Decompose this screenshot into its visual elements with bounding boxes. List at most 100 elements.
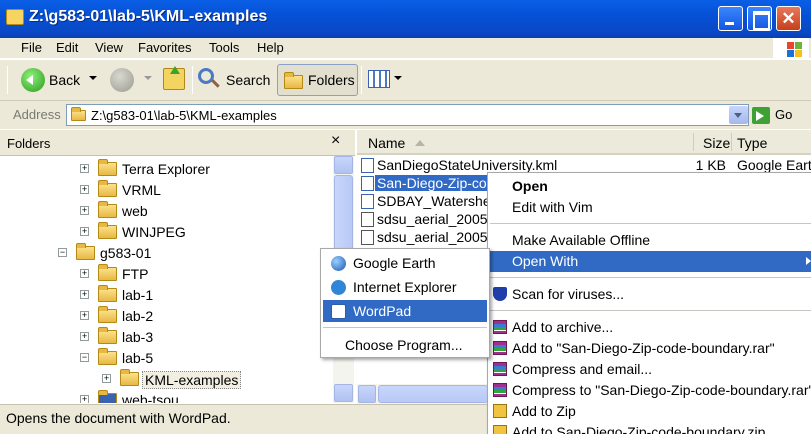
minimize-button[interactable] <box>718 6 743 31</box>
scroll-down-button[interactable] <box>334 384 353 402</box>
address-input[interactable]: Z:\g583-01\lab-5\KML-examples <box>66 104 749 126</box>
collapse-button[interactable]: − <box>80 353 89 362</box>
shield-icon <box>493 287 507 301</box>
toolbar: Back Search Folders <box>0 60 811 101</box>
file-size: 1 KB <box>695 157 726 173</box>
forward-arrow-icon[interactable] <box>110 68 134 92</box>
address-bar: Address Z:\g583-01\lab-5\KML-examples Go <box>0 101 811 129</box>
forward-dropdown-icon[interactable] <box>144 76 152 80</box>
expand-button[interactable]: + <box>102 374 111 383</box>
menu-item-compress-to-rar[interactable]: Compress to "San-Diego-Zip-code-boundary… <box>489 380 811 401</box>
menu-item-open[interactable]: Open <box>489 176 811 197</box>
menu-item-label: Make Available Offline <box>512 232 651 248</box>
kml-file-icon <box>361 176 374 191</box>
menu-item-compress-and-email[interactable]: Compress and email... <box>489 359 811 380</box>
folders-pane-close-button[interactable]: × <box>331 132 340 150</box>
views-icon[interactable] <box>368 70 390 88</box>
maximize-button[interactable] <box>747 6 772 31</box>
up-folder-icon[interactable] <box>163 66 185 90</box>
tree-item-label: lab-2 <box>122 308 154 324</box>
folder-open-icon <box>120 369 139 386</box>
menu-item-wordpad[interactable]: WordPad <box>323 300 487 322</box>
menu-item-make-available-offline[interactable]: Make Available Offline <box>489 230 811 251</box>
folder-icon <box>98 201 117 218</box>
expand-button[interactable]: + <box>80 206 89 215</box>
folder-icon <box>98 306 117 323</box>
menu-item-label: Choose Program... <box>345 337 463 353</box>
column-name[interactable]: Name <box>368 135 405 151</box>
scroll-thumb[interactable] <box>378 385 488 403</box>
windows-logo-icon <box>773 38 809 59</box>
folder-icon <box>98 264 117 281</box>
address-label: Address <box>13 107 61 122</box>
menu-item-add-to-named-zip[interactable]: Add to San-Diego-Zip-code-boundary.zip <box>489 422 811 434</box>
menu-item-internet-explorer[interactable]: Internet Explorer <box>323 276 487 298</box>
folder-tree: + Terra Explorer + VRML + web + WINJPEG − g58… <box>0 156 333 403</box>
expand-button[interactable]: + <box>80 164 89 173</box>
menu-item-add-to-zip[interactable]: Add to Zip <box>489 401 811 422</box>
views-dropdown-icon[interactable] <box>394 76 402 80</box>
expand-button[interactable]: + <box>80 290 89 299</box>
expand-button[interactable]: + <box>80 332 89 341</box>
menu-item-add-to-rar[interactable]: Add to "San-Diego-Zip-code-boundary.rar" <box>489 338 811 359</box>
menu-item-label: WordPad <box>353 303 412 319</box>
column-type[interactable]: Type <box>737 135 767 151</box>
menu-item-label: Compress and email... <box>512 361 653 377</box>
file-name: SDBAY_Watershe <box>377 193 491 209</box>
menu-item-open-with[interactable]: Open With <box>489 251 811 272</box>
menu-item-label: Add to Zip <box>512 403 576 419</box>
menu-item-edit-with-vim[interactable]: Edit with Vim <box>489 197 811 218</box>
folder-icon <box>98 327 117 344</box>
expand-button[interactable]: + <box>80 395 89 403</box>
menu-item-label: Internet Explorer <box>353 279 457 295</box>
tree-item-label: lab-5 <box>122 350 154 366</box>
back-dropdown-icon[interactable] <box>89 76 97 80</box>
menu-item-add-to-archive[interactable]: Add to archive... <box>489 317 811 338</box>
expand-button[interactable]: + <box>80 227 89 236</box>
collapse-button[interactable]: − <box>58 248 67 257</box>
back-button-label[interactable]: Back <box>49 72 80 88</box>
kml-file-icon <box>361 158 374 173</box>
window-title: Z:\g583-01\lab-5\KML-examples <box>29 8 268 25</box>
menu-item-label: Edit with Vim <box>512 199 593 215</box>
file-list-horizontal-scrollbar[interactable] <box>357 384 491 404</box>
address-dropdown-button[interactable] <box>729 106 748 124</box>
menu-item-label: Compress to "San-Diego-Zip-code-boundary… <box>512 382 811 398</box>
zip-icon <box>493 425 507 434</box>
menu-edit[interactable]: Edit <box>56 40 78 55</box>
file-list-header: Name Size Type <box>357 130 811 155</box>
submenu-arrow-icon <box>806 257 811 265</box>
menu-item-scan-for-viruses[interactable]: Scan for viruses... <box>489 284 811 305</box>
scroll-left-button[interactable] <box>358 385 376 403</box>
kml-file-icon <box>361 194 374 209</box>
expand-button[interactable]: + <box>80 311 89 320</box>
menu-item-choose-program[interactable]: Choose Program... <box>323 334 487 356</box>
tree-item-label: KML-examples <box>142 371 242 389</box>
search-button-label[interactable]: Search <box>226 72 270 88</box>
close-button[interactable]: ✕ <box>776 6 801 31</box>
menu-help[interactable]: Help <box>257 40 284 55</box>
search-icon[interactable] <box>198 68 214 84</box>
scroll-up-button[interactable] <box>334 156 353 174</box>
menu-favorites[interactable]: Favorites <box>138 40 191 55</box>
menu-item-label: Add to "San-Diego-Zip-code-boundary.rar" <box>512 340 775 356</box>
rar-icon <box>493 320 507 334</box>
go-button-label[interactable]: Go <box>775 107 792 122</box>
column-size[interactable]: Size <box>703 135 730 151</box>
menu-view[interactable]: View <box>95 40 123 55</box>
expand-button[interactable]: + <box>80 269 89 278</box>
tree-item-label: Terra Explorer <box>122 161 210 177</box>
tree-item-label: web-tsou <box>122 392 179 403</box>
sort-ascending-icon <box>415 140 425 146</box>
go-arrow-icon[interactable] <box>752 107 770 124</box>
folders-button[interactable]: Folders <box>277 64 358 96</box>
folder-icon <box>98 222 117 239</box>
network-folder-icon <box>98 390 117 403</box>
title-bar[interactable]: Z:\g583-01\lab-5\KML-examples ✕ <box>0 0 811 38</box>
expand-button[interactable]: + <box>80 185 89 194</box>
menu-item-google-earth[interactable]: Google Earth <box>323 252 487 274</box>
menu-file[interactable]: File <box>21 40 42 55</box>
back-arrow-icon[interactable] <box>21 68 45 92</box>
menu-tools[interactable]: Tools <box>209 40 239 55</box>
tree-item-label: WINJPEG <box>122 224 186 240</box>
